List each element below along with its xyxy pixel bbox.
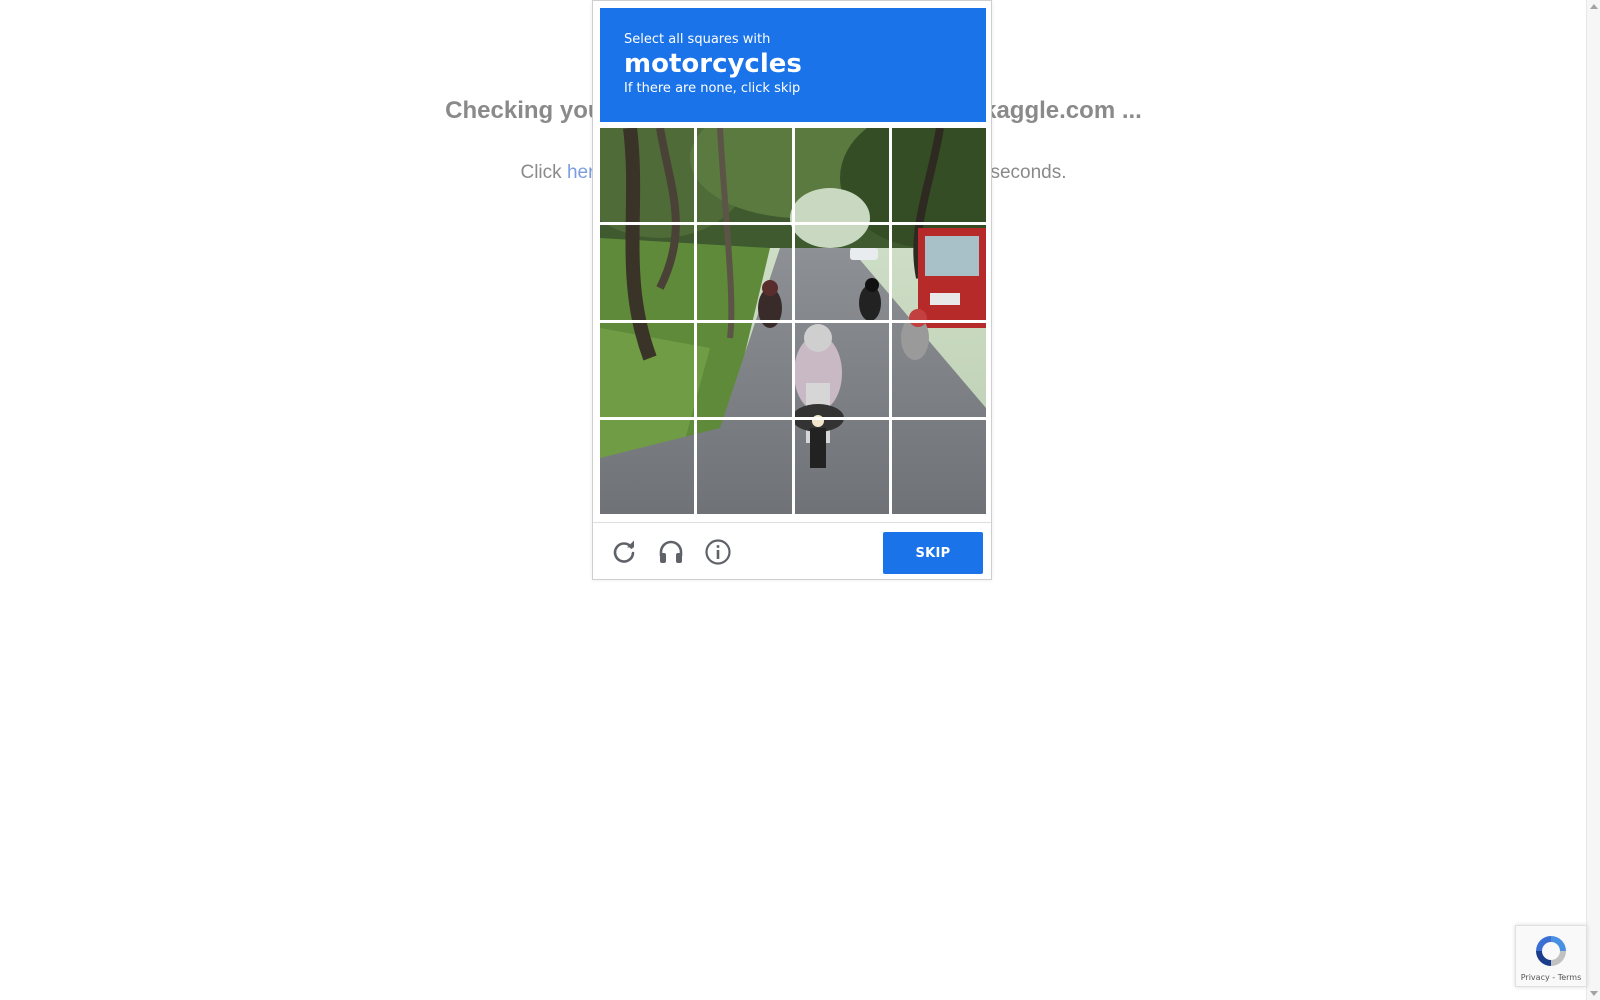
reload-icon[interactable] [610,538,638,566]
badge-privacy-link[interactable]: Privacy [1521,973,1550,982]
tile-image [891,225,986,320]
info-icon[interactable] [704,538,732,566]
captcha-tile[interactable] [697,225,792,320]
captcha-tile[interactable] [794,322,889,417]
tile-image [891,322,986,417]
captcha-tile[interactable] [891,419,986,514]
captcha-image-grid [600,128,986,514]
badge-links: Privacy - Terms [1516,973,1586,982]
tile-image [697,128,792,223]
captcha-tile[interactable] [697,128,792,223]
captcha-tile[interactable] [600,225,695,320]
scroll-down-icon[interactable] [1590,991,1598,996]
tile-image [600,128,695,223]
captcha-challenge: Select all squares with motorcycles If t… [592,0,992,580]
captcha-instruction: Select all squares with [624,32,771,47]
captcha-subtext: If there are none, click skip [624,81,801,96]
captcha-tile[interactable] [794,128,889,223]
captcha-tile[interactable] [891,128,986,223]
recaptcha-logo-icon [1532,932,1570,970]
tile-image [600,322,695,417]
captcha-header: Select all squares with motorcycles If t… [600,8,986,122]
recaptcha-badge[interactable]: Privacy - Terms [1515,925,1587,987]
tile-image [794,322,889,417]
captcha-tile[interactable] [697,419,792,514]
captcha-tile[interactable] [600,128,695,223]
captcha-tile[interactable] [891,322,986,417]
scroll-up-icon[interactable] [1590,4,1598,9]
skip-button[interactable]: SKIP [883,532,983,574]
badge-terms-link[interactable]: Terms [1558,973,1582,982]
captcha-tile[interactable] [794,419,889,514]
captcha-tile[interactable] [891,225,986,320]
tile-image [794,225,889,320]
tile-image [600,419,695,514]
tile-image [697,225,792,320]
tile-image [697,322,792,417]
audio-challenge-icon[interactable] [657,538,685,566]
captcha-tile[interactable] [600,419,695,514]
captcha-tile[interactable] [600,322,695,417]
redirect-prefix: Click [520,162,567,183]
tile-image [794,419,889,514]
tile-image [891,128,986,223]
tile-image [697,419,792,514]
tile-image [794,128,889,223]
captcha-tile[interactable] [794,225,889,320]
captcha-footer: SKIP [593,522,991,581]
tile-image [891,419,986,514]
tile-image [600,225,695,320]
captcha-tile[interactable] [697,322,792,417]
page-scrollbar[interactable] [1586,0,1600,1000]
captcha-keyword: motorcycles [624,49,802,79]
badge-separator: - [1549,973,1558,982]
